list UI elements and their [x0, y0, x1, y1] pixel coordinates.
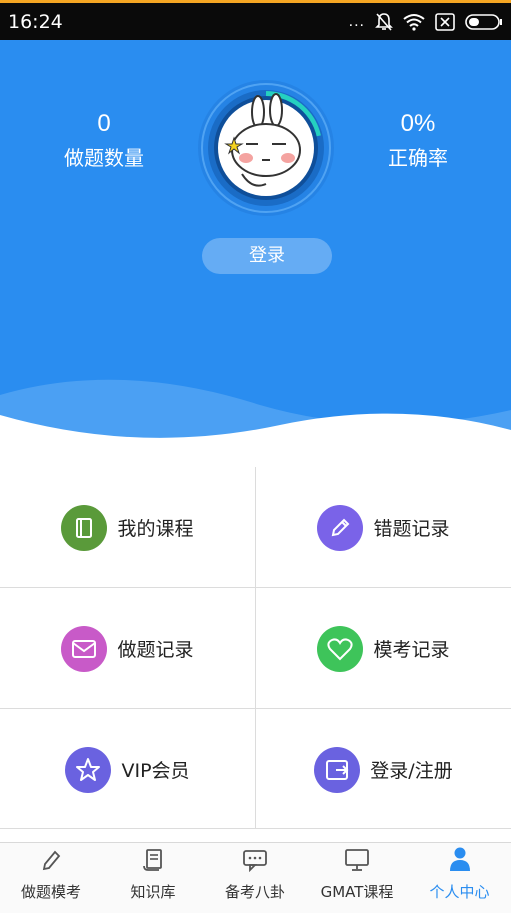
exit-icon [314, 746, 361, 793]
heart-icon [317, 625, 364, 672]
pencil-icon [40, 848, 62, 877]
tab-personal-center[interactable]: 个人中心 [408, 843, 511, 913]
header-wave [0, 379, 511, 460]
chat-icon [242, 848, 268, 877]
status-bar: 16:24 ... [0, 0, 511, 40]
accuracy-stat: 0% 正确率 [348, 110, 488, 171]
menu-wrong-questions[interactable]: 错题记录 [256, 467, 511, 588]
wifi-icon [403, 13, 425, 31]
menu-label: 登录/注册 [370, 760, 453, 782]
scroll-icon [141, 848, 165, 877]
tab-label: GMAT课程 [320, 883, 394, 901]
menu-label: 做题记录 [117, 639, 194, 661]
tab-label: 做题模考 [20, 883, 81, 901]
tab-label: 备考八卦 [224, 883, 285, 901]
accuracy-value: 0% [400, 110, 436, 137]
pencil-icon [317, 504, 364, 551]
book-icon [61, 504, 108, 551]
menu-label: 我的课程 [117, 518, 194, 540]
tab-label: 知识库 [130, 883, 176, 901]
menu-label: VIP会员 [121, 760, 190, 782]
question-count-stat: 0 做题数量 [34, 110, 174, 171]
avatar[interactable] [196, 78, 336, 218]
profile-header: 0 做题数量 0% 正确率 登录 [0, 40, 511, 460]
person-icon [448, 846, 472, 877]
menu-grid: 我的课程 错题记录 做题记录 模考记录 VIP会员 登录/注册 [0, 467, 511, 829]
question-count-value: 0 [97, 110, 111, 137]
battery-icon [465, 13, 503, 31]
menu-my-courses[interactable]: 我的课程 [0, 467, 255, 588]
menu-practice-records[interactable]: 做题记录 [0, 588, 255, 709]
menu-vip[interactable]: VIP会员 [0, 709, 255, 830]
tab-practice[interactable]: 做题模考 [0, 843, 102, 913]
more-dots-icon: ... [348, 13, 365, 30]
tab-knowledge[interactable]: 知识库 [102, 843, 204, 913]
no-sim-icon [435, 13, 455, 31]
status-time: 16:24 [8, 11, 63, 33]
menu-label: 模考记录 [373, 639, 450, 661]
accuracy-label: 正确率 [388, 146, 448, 170]
bottom-nav: 做题模考 知识库 备考八卦 GMAT课程 个人中心 [0, 842, 511, 913]
tab-label: 个人中心 [429, 883, 490, 901]
question-count-label: 做题数量 [64, 146, 144, 170]
star-icon [65, 746, 112, 793]
menu-login-register[interactable]: 登录/注册 [256, 709, 511, 830]
monitor-icon [344, 848, 370, 877]
login-button[interactable]: 登录 [202, 238, 332, 274]
menu-mock-records[interactable]: 模考记录 [256, 588, 511, 709]
tab-gossip[interactable]: 备考八卦 [204, 843, 306, 913]
tab-gmat-courses[interactable]: GMAT课程 [306, 843, 408, 913]
menu-label: 错题记录 [373, 518, 450, 540]
envelope-icon [61, 625, 108, 672]
mute-bell-icon [375, 12, 393, 32]
